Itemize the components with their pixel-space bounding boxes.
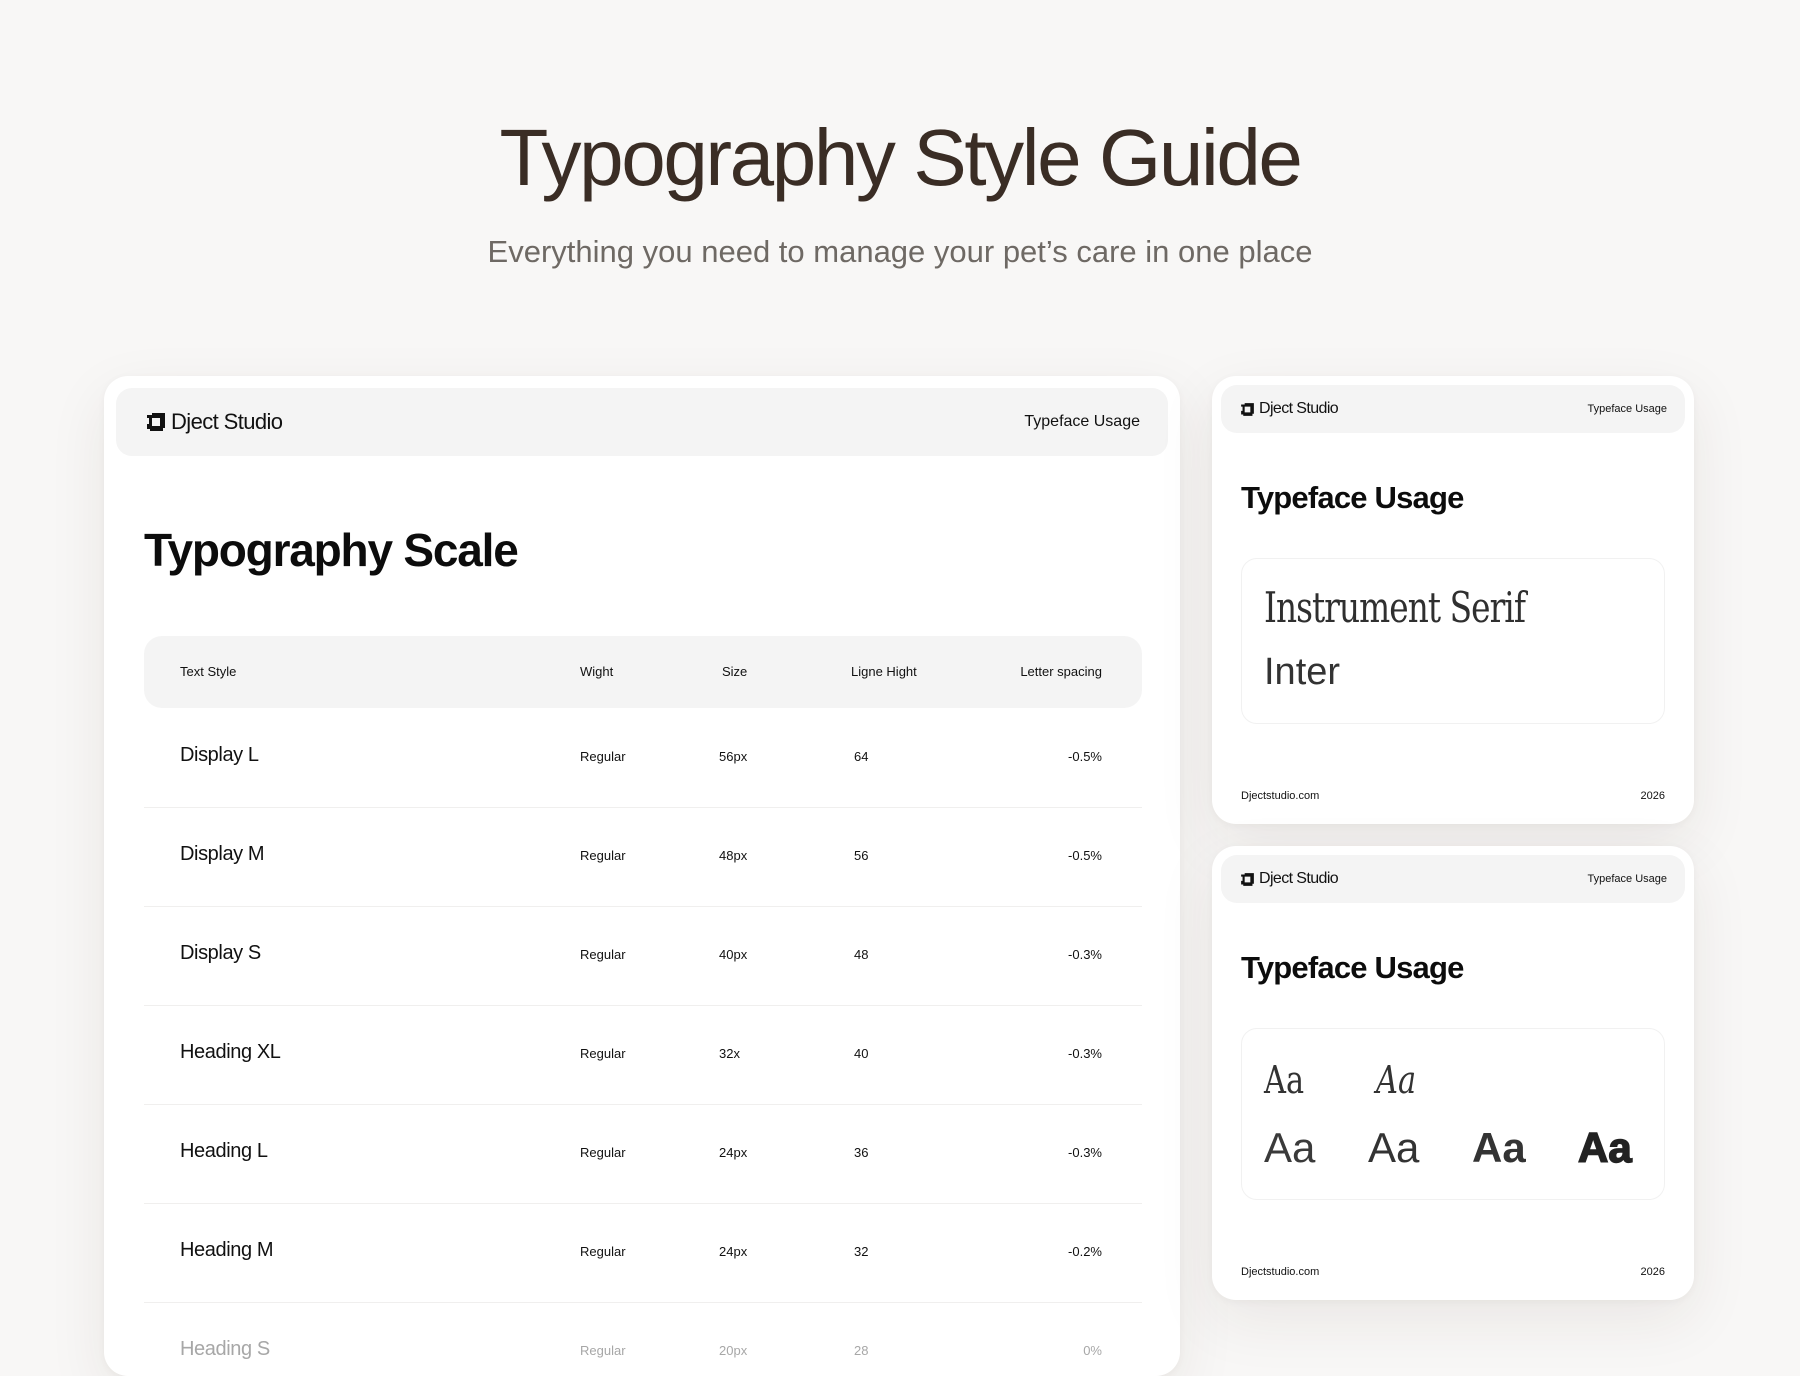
row-text-style: Heading XL bbox=[180, 1041, 281, 1063]
table-row: Heading XL Regular 32x 40 -0.3% bbox=[144, 1005, 1142, 1105]
font-sample-inter: Inter bbox=[1264, 651, 1341, 693]
row-line-height: 40 bbox=[854, 1046, 869, 1061]
row-text-style: Display S bbox=[180, 942, 261, 964]
section-title: Typography Scale bbox=[144, 524, 519, 576]
row-text-style: Heading M bbox=[180, 1239, 274, 1261]
sample-serif-regular: Aa bbox=[1264, 1058, 1305, 1102]
brand[interactable]: Dject Studio bbox=[1239, 870, 1339, 888]
table-row: Heading L Regular 24px 36 -0.3% bbox=[144, 1104, 1142, 1204]
row-letter-spacing: -0.3% bbox=[1068, 947, 1102, 962]
row-letter-spacing: 0% bbox=[1083, 1343, 1102, 1358]
sample-sans-regular: Aa bbox=[1264, 1124, 1316, 1171]
page-subtitle: Everything you need to manage your pet’s… bbox=[487, 234, 1313, 269]
table-row: Display M Regular 48px 56 -0.5% bbox=[144, 807, 1142, 907]
row-letter-spacing: -0.5% bbox=[1068, 848, 1102, 863]
card-footer: Djectstudio.com 2026 bbox=[1241, 1266, 1665, 1278]
row-size: 48px bbox=[719, 848, 748, 863]
card-header: Dject Studio Typeface Usage bbox=[1221, 385, 1685, 433]
page-title: Typography Style Guide bbox=[499, 113, 1302, 202]
row-weight: Regular bbox=[580, 1046, 626, 1061]
weight-samples-box: Aa Aa Aa Aa Aa Aa bbox=[1241, 1028, 1665, 1200]
row-text-style: Display L bbox=[180, 744, 259, 766]
column-header-letter-spacing: Letter spacing bbox=[1020, 664, 1102, 679]
row-letter-spacing: -0.2% bbox=[1068, 1244, 1102, 1259]
row-size: 56px bbox=[719, 749, 748, 764]
row-line-height: 56 bbox=[854, 848, 869, 863]
sample-sans-medium: Aa bbox=[1368, 1124, 1420, 1171]
row-letter-spacing: -0.3% bbox=[1068, 1046, 1102, 1061]
header-link-typeface-usage[interactable]: Typeface Usage bbox=[1588, 403, 1668, 415]
column-header-text-style: Text Style bbox=[180, 664, 237, 679]
typography-scale-card: Dject Studio Typeface Usage Typography S… bbox=[104, 376, 1180, 1376]
row-line-height: 32 bbox=[854, 1244, 869, 1259]
row-size: 32x bbox=[719, 1046, 740, 1061]
row-size: 24px bbox=[719, 1244, 748, 1259]
row-line-height: 28 bbox=[854, 1343, 869, 1358]
row-weight: Regular bbox=[580, 848, 626, 863]
card-header: Dject Studio Typeface Usage bbox=[116, 388, 1168, 456]
table-row: Display S Regular 40px 48 -0.3% bbox=[144, 906, 1142, 1006]
row-letter-spacing: -0.3% bbox=[1068, 1145, 1102, 1160]
footer-site[interactable]: Djectstudio.com bbox=[1241, 790, 1319, 802]
footer-site[interactable]: Djectstudio.com bbox=[1241, 1266, 1319, 1278]
section-title: Typeface Usage bbox=[1241, 950, 1464, 985]
row-size: 24px bbox=[719, 1145, 748, 1160]
row-text-style: Heading L bbox=[180, 1140, 268, 1162]
brand[interactable]: Dject Studio bbox=[1239, 400, 1339, 418]
sample-serif-italic: Aa bbox=[1376, 1058, 1417, 1102]
card-footer: Djectstudio.com 2026 bbox=[1241, 790, 1665, 802]
row-weight: Regular bbox=[580, 749, 626, 764]
footer-year: 2026 bbox=[1640, 790, 1665, 802]
dject-logo-icon bbox=[1239, 871, 1256, 888]
brand-name: Dject Studio bbox=[171, 409, 283, 434]
row-text-style: Heading S bbox=[180, 1338, 270, 1360]
header-link-typeface-usage[interactable]: Typeface Usage bbox=[1588, 873, 1668, 885]
row-size: 40px bbox=[719, 947, 748, 962]
row-weight: Regular bbox=[580, 1343, 626, 1358]
row-line-height: 36 bbox=[854, 1145, 869, 1160]
typeface-usage-card: Dject Studio Typeface Usage Typeface Usa… bbox=[1212, 376, 1694, 824]
row-weight: Regular bbox=[580, 947, 626, 962]
row-size: 20px bbox=[719, 1343, 748, 1358]
row-line-height: 48 bbox=[854, 947, 869, 962]
dject-logo-icon bbox=[1239, 401, 1256, 418]
row-weight: Regular bbox=[580, 1244, 626, 1259]
column-header-weight: Wight bbox=[580, 664, 614, 679]
table-row: Heading M Regular 24px 32 -0.2% bbox=[144, 1203, 1142, 1303]
row-letter-spacing: -0.5% bbox=[1068, 749, 1102, 764]
font-sample-instrument-serif: Instrument Serif bbox=[1264, 583, 1526, 632]
sample-sans-semibold: Aa bbox=[1472, 1124, 1526, 1171]
brand[interactable]: Dject Studio bbox=[144, 409, 283, 435]
row-weight: Regular bbox=[580, 1145, 626, 1160]
dject-logo-icon bbox=[144, 410, 168, 434]
typeface-weights-card: Dject Studio Typeface Usage Typeface Usa… bbox=[1212, 846, 1694, 1300]
font-samples-box: Instrument Serif Inter bbox=[1241, 558, 1665, 724]
row-text-style: Display M bbox=[180, 843, 265, 865]
row-line-height: 64 bbox=[854, 749, 869, 764]
table-row: Display L Regular 56px 64 -0.5% bbox=[144, 708, 1142, 808]
sample-sans-black: Aa bbox=[1577, 1124, 1632, 1171]
column-header-line-height: Ligne Hight bbox=[851, 664, 917, 679]
column-header-size: Size bbox=[722, 664, 748, 679]
card-header: Dject Studio Typeface Usage bbox=[1221, 855, 1685, 903]
table-header: Text Style Wight Size Ligne Hight Letter… bbox=[144, 636, 1142, 708]
section-title: Typeface Usage bbox=[1241, 480, 1464, 515]
footer-year: 2026 bbox=[1640, 1266, 1665, 1278]
brand-name: Dject Studio bbox=[1259, 870, 1339, 887]
brand-name: Dject Studio bbox=[1259, 400, 1339, 417]
header-link-typeface-usage[interactable]: Typeface Usage bbox=[1024, 413, 1140, 431]
table-row: Heading S Regular 20px 28 0% bbox=[144, 1302, 1142, 1376]
